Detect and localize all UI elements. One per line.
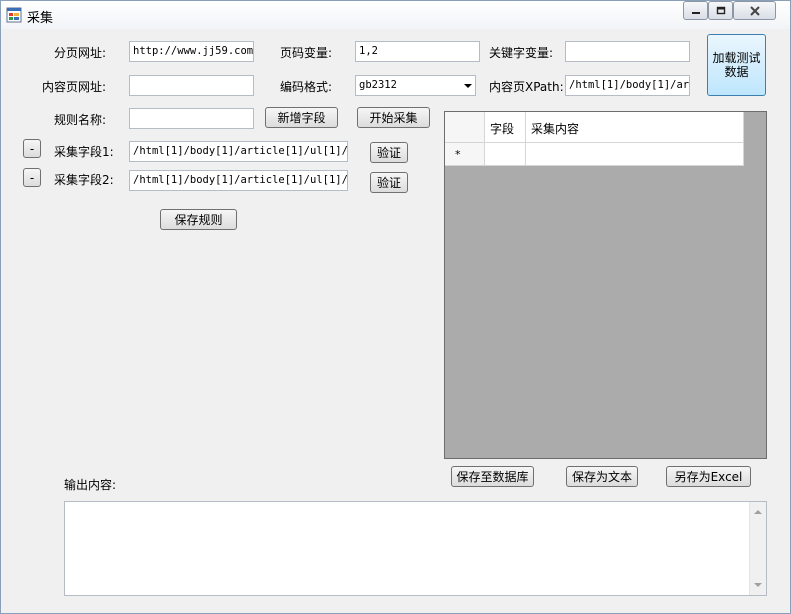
maximize-button[interactable] xyxy=(708,1,733,20)
content-url-input[interactable] xyxy=(129,75,254,96)
scroll-up-icon[interactable] xyxy=(754,510,762,514)
scroll-down-icon[interactable] xyxy=(754,583,762,587)
keyword-var-label: 关键字变量: xyxy=(489,46,554,60)
content-xpath-label: 内容页XPath: xyxy=(489,80,564,94)
save-rule-button[interactable]: 保存规则 xyxy=(160,209,237,230)
maximize-icon xyxy=(716,6,725,15)
load-test-data-button[interactable]: 加载测试 数据 xyxy=(707,34,766,96)
chevron-down-icon xyxy=(464,84,472,88)
grid-cell-content[interactable] xyxy=(526,143,744,166)
minimize-button[interactable] xyxy=(683,1,708,20)
grid-cell-field[interactable] xyxy=(485,143,526,166)
paging-url-label: 分页网址: xyxy=(54,46,107,60)
remove-field2-button[interactable]: - xyxy=(23,168,41,187)
encoding-label: 编码格式: xyxy=(280,80,333,94)
window-title: 采集 xyxy=(27,11,54,26)
grid-column-header-field[interactable]: 字段 xyxy=(485,112,526,143)
grid-corner-header xyxy=(445,112,485,143)
verify-field2-button[interactable]: 验证 xyxy=(370,172,408,193)
output-textarea[interactable] xyxy=(64,501,767,596)
rule-name-label: 规则名称: xyxy=(54,113,107,127)
add-field-button[interactable]: 新增字段 xyxy=(265,107,338,128)
result-grid[interactable]: 字段 采集内容 * xyxy=(444,111,767,459)
content-xpath-input[interactable]: /html[1]/body[1]/art xyxy=(565,75,690,96)
field2-input[interactable]: /html[1]/body[1]/article[1]/ul[1]/di xyxy=(129,170,348,191)
rule-name-input[interactable] xyxy=(129,108,254,129)
page-var-label: 页码变量: xyxy=(280,46,333,60)
grid-column-header-content[interactable]: 采集内容 xyxy=(526,112,744,143)
app-icon xyxy=(6,7,22,23)
field2-label: 采集字段2: xyxy=(54,173,114,187)
encoding-select[interactable]: gb2312 xyxy=(355,75,476,96)
field1-label: 采集字段1: xyxy=(54,145,114,159)
start-collect-button[interactable]: 开始采集 xyxy=(357,107,430,128)
output-label: 输出内容: xyxy=(64,478,117,492)
remove-field1-button[interactable]: - xyxy=(23,139,41,158)
paging-url-input[interactable]: http://www.jj59.com/ xyxy=(129,41,254,62)
content-url-label: 内容页网址: xyxy=(42,80,107,94)
save-to-database-button[interactable]: 保存至数据库 xyxy=(451,466,534,487)
output-scrollbar[interactable] xyxy=(749,502,766,595)
field1-input[interactable]: /html[1]/body[1]/article[1]/ul[1]/di xyxy=(129,141,348,162)
main-window: 采集 分页网址: http://www.jj59.com/ 页码变量: 1,2 … xyxy=(0,0,791,614)
title-bar: 采集 xyxy=(1,1,790,29)
grid-new-row-marker[interactable]: * xyxy=(445,143,485,166)
verify-field1-button[interactable]: 验证 xyxy=(370,142,408,163)
keyword-var-input[interactable] xyxy=(565,41,690,62)
page-var-input[interactable]: 1,2 xyxy=(355,41,480,62)
close-button[interactable] xyxy=(733,1,776,20)
save-as-excel-button[interactable]: 另存为Excel xyxy=(666,466,751,487)
save-as-text-button[interactable]: 保存为文本 xyxy=(566,466,638,487)
close-icon xyxy=(749,5,760,16)
encoding-selected-value: gb2312 xyxy=(359,79,397,91)
minimize-icon xyxy=(691,11,700,14)
